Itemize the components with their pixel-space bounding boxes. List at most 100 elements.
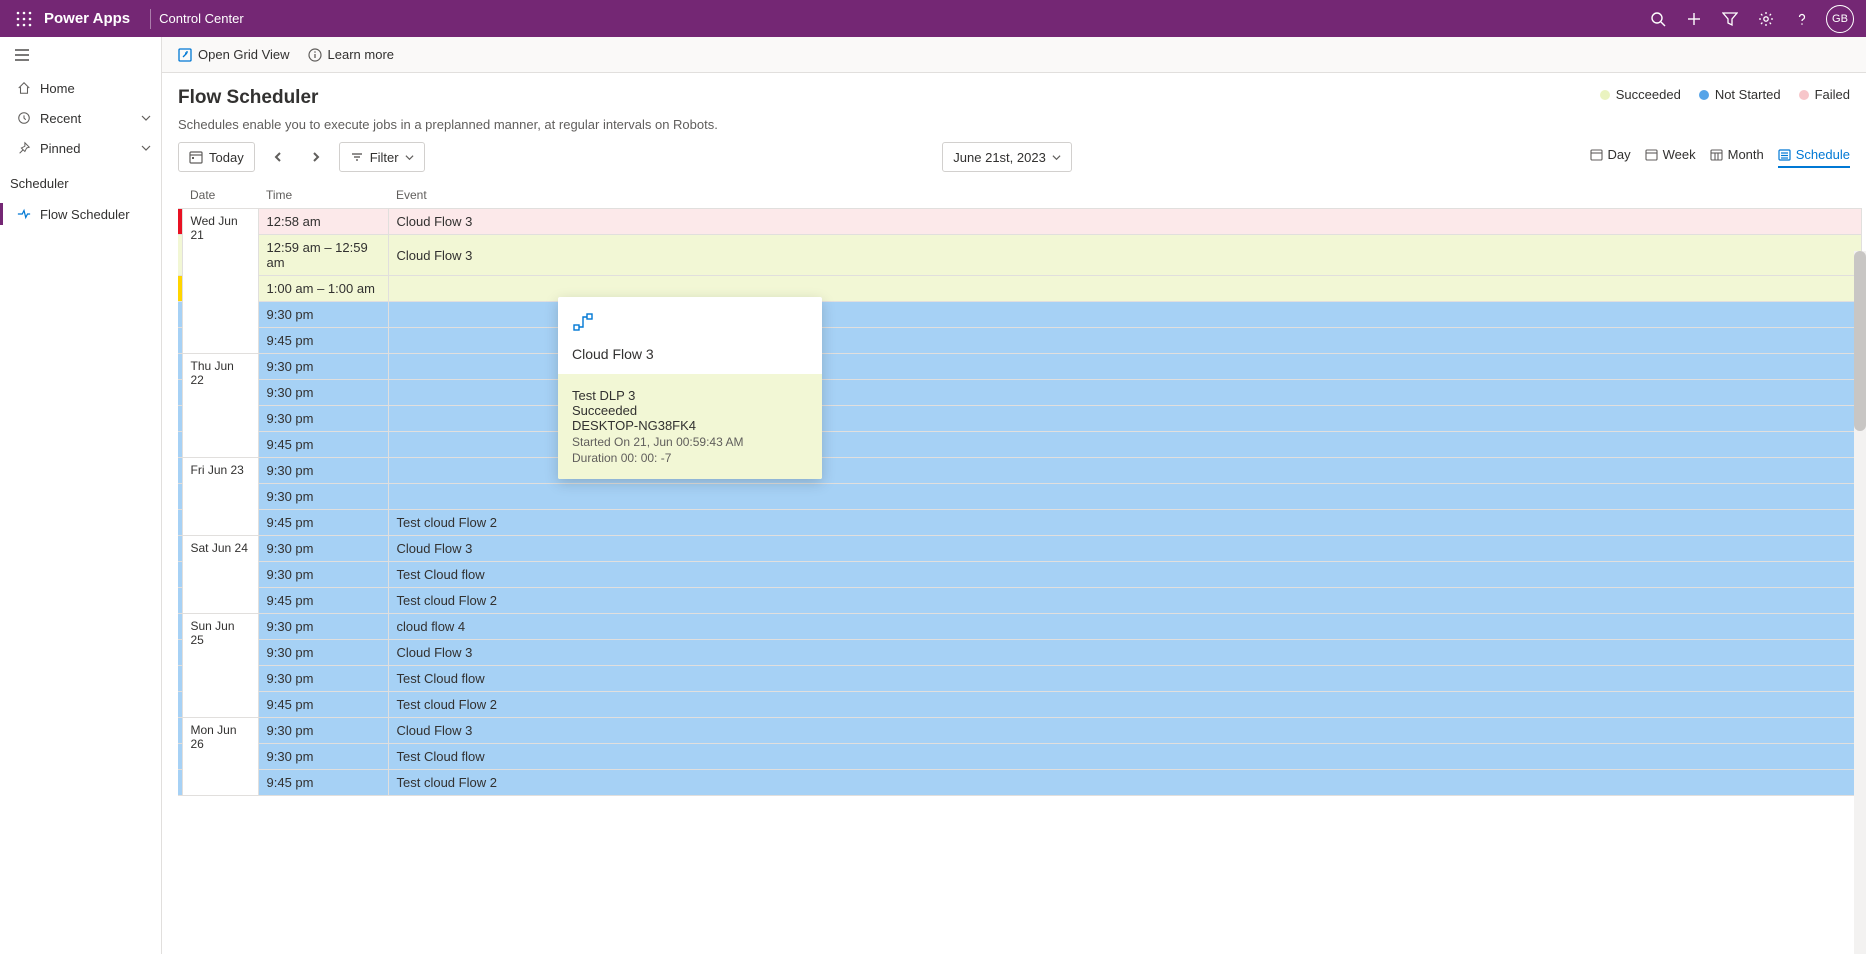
sidebar-item-label: Home [40,81,75,96]
time-cell: 9:30 pm [258,302,388,328]
time-cell: 12:59 am – 12:59 am [258,235,388,276]
scrollbar-thumb[interactable] [1854,251,1866,431]
filter-button[interactable]: Filter [339,142,425,172]
event-cell[interactable]: cloud flow 4 [388,614,1862,640]
app-name[interactable]: Power Apps [44,10,130,27]
schedule-row[interactable]: 9:30 pmTest Cloud flow [178,562,1862,588]
sidebar-item-flow-scheduler[interactable]: Flow Scheduler [0,199,161,229]
row-status-bar [178,666,182,692]
time-cell: 9:30 pm [258,562,388,588]
schedule-row[interactable]: Sun Jun 259:30 pmcloud flow 4 [178,614,1862,640]
prev-button[interactable] [263,142,293,172]
time-cell: 9:30 pm [258,354,388,380]
date-cell: Mon Jun 26 [182,718,258,796]
event-tooltip: Cloud Flow 3 Test DLP 3 Succeeded DESKTO… [558,297,822,479]
event-cell[interactable]: Cloud Flow 3 [388,536,1862,562]
tooltip-line: Test DLP 3 [572,388,808,403]
learn-more-button[interactable]: Learn more [308,47,394,62]
page-description: Schedules enable you to execute jobs in … [178,117,718,132]
schedule-row[interactable]: 9:30 pm [178,406,1862,432]
schedule-row[interactable]: Fri Jun 239:30 pm [178,458,1862,484]
settings-icon[interactable] [1748,0,1784,37]
clock-icon [14,111,34,125]
sidebar-toggle[interactable] [0,37,161,73]
add-icon[interactable] [1676,0,1712,37]
filter-icon[interactable] [1712,0,1748,37]
col-header-event[interactable]: Event [388,182,1862,209]
event-cell[interactable]: Cloud Flow 3 [388,209,1862,235]
main-content: Open Grid View Learn more Flow Scheduler… [162,37,1866,954]
time-cell: 1:00 am – 1:00 am [258,276,388,302]
sidebar-item-label: Pinned [40,141,80,156]
legend-dot-failed [1799,90,1809,100]
col-header-date[interactable]: Date [182,182,258,209]
schedule-row[interactable]: Sat Jun 249:30 pmCloud Flow 3 [178,536,1862,562]
event-cell[interactable]: Cloud Flow 3 [388,718,1862,744]
schedule-row[interactable]: 1:00 am – 1:00 am [178,276,1862,302]
schedule-row[interactable]: 9:45 pmTest cloud Flow 2 [178,588,1862,614]
app-subtitle[interactable]: Control Center [159,11,244,26]
tooltip-line: DESKTOP-NG38FK4 [572,418,808,433]
schedule-row[interactable]: Mon Jun 269:30 pmCloud Flow 3 [178,718,1862,744]
help-icon[interactable] [1784,0,1820,37]
schedule-row[interactable]: Thu Jun 229:30 pm [178,354,1862,380]
time-cell: 9:30 pm [258,458,388,484]
event-cell[interactable] [388,484,1862,510]
schedule-row[interactable]: 9:45 pmTest cloud Flow 2 [178,692,1862,718]
status-legend: Succeeded Not Started Failed [1600,87,1850,102]
event-cell[interactable]: Test Cloud flow [388,562,1862,588]
tooltip-title: Cloud Flow 3 [572,346,808,362]
view-tab-month[interactable]: Month [1710,147,1764,168]
event-cell[interactable]: Test cloud Flow 2 [388,692,1862,718]
user-avatar[interactable]: GB [1826,5,1854,33]
event-cell[interactable]: Test cloud Flow 2 [388,770,1862,796]
chevron-down-icon [141,111,151,126]
sidebar-item-label: Flow Scheduler [40,207,130,222]
legend-failed: Failed [1799,87,1850,102]
event-cell[interactable]: Cloud Flow 3 [388,235,1862,276]
search-icon[interactable] [1640,0,1676,37]
row-status-bar [178,588,182,614]
schedule-row[interactable]: 9:30 pm [178,380,1862,406]
sidebar-item-recent[interactable]: Recent [0,103,161,133]
schedule-row[interactable]: 9:30 pmTest Cloud flow [178,666,1862,692]
event-cell[interactable]: Test Cloud flow [388,666,1862,692]
col-header-time[interactable]: Time [258,182,388,209]
row-status-bar [178,510,182,536]
next-button[interactable] [301,142,331,172]
app-launcher-icon[interactable] [8,11,40,27]
schedule-row[interactable]: Wed Jun 2112:58 amCloud Flow 3 [178,209,1862,235]
sidebar-item-pinned[interactable]: Pinned [0,133,161,163]
vertical-scrollbar[interactable] [1854,251,1866,954]
event-cell[interactable]: Cloud Flow 3 [388,640,1862,666]
flow-icon [14,207,34,221]
schedule-row[interactable]: 9:45 pm [178,432,1862,458]
row-status-bar [178,692,182,718]
calendar-toolbar: Today Filter June 21st, 2023 Day [162,142,1866,182]
event-cell[interactable]: Test Cloud flow [388,744,1862,770]
view-tab-day[interactable]: Day [1590,147,1631,168]
schedule-row[interactable]: 9:30 pmTest Cloud flow [178,744,1862,770]
schedule-grid-wrap[interactable]: Date Time Event Wed Jun 2112:58 amCloud … [178,182,1862,954]
event-cell[interactable]: Test cloud Flow 2 [388,510,1862,536]
date-picker-button[interactable]: June 21st, 2023 [942,142,1072,172]
schedule-row[interactable]: 9:30 pm [178,302,1862,328]
schedule-row[interactable]: 9:45 pm [178,328,1862,354]
schedule-row[interactable]: 9:45 pmTest cloud Flow 2 [178,770,1862,796]
today-button[interactable]: Today [178,142,255,172]
view-tabs: Day Week Month Schedule [1590,147,1850,168]
sidebar-item-home[interactable]: Home [0,73,161,103]
view-tab-week[interactable]: Week [1645,147,1696,168]
row-status-bar [178,380,182,406]
row-status-bar [178,640,182,666]
schedule-row[interactable]: 9:45 pmTest cloud Flow 2 [178,510,1862,536]
time-cell: 9:30 pm [258,640,388,666]
time-cell: 9:30 pm [258,614,388,640]
schedule-row[interactable]: 9:30 pmCloud Flow 3 [178,640,1862,666]
event-cell[interactable]: Test cloud Flow 2 [388,588,1862,614]
page-header: Flow Scheduler Schedules enable you to e… [162,73,1866,142]
open-grid-view-button[interactable]: Open Grid View [178,47,290,62]
schedule-row[interactable]: 12:59 am – 12:59 amCloud Flow 3 [178,235,1862,276]
view-tab-schedule[interactable]: Schedule [1778,147,1850,168]
schedule-row[interactable]: 9:30 pm [178,484,1862,510]
